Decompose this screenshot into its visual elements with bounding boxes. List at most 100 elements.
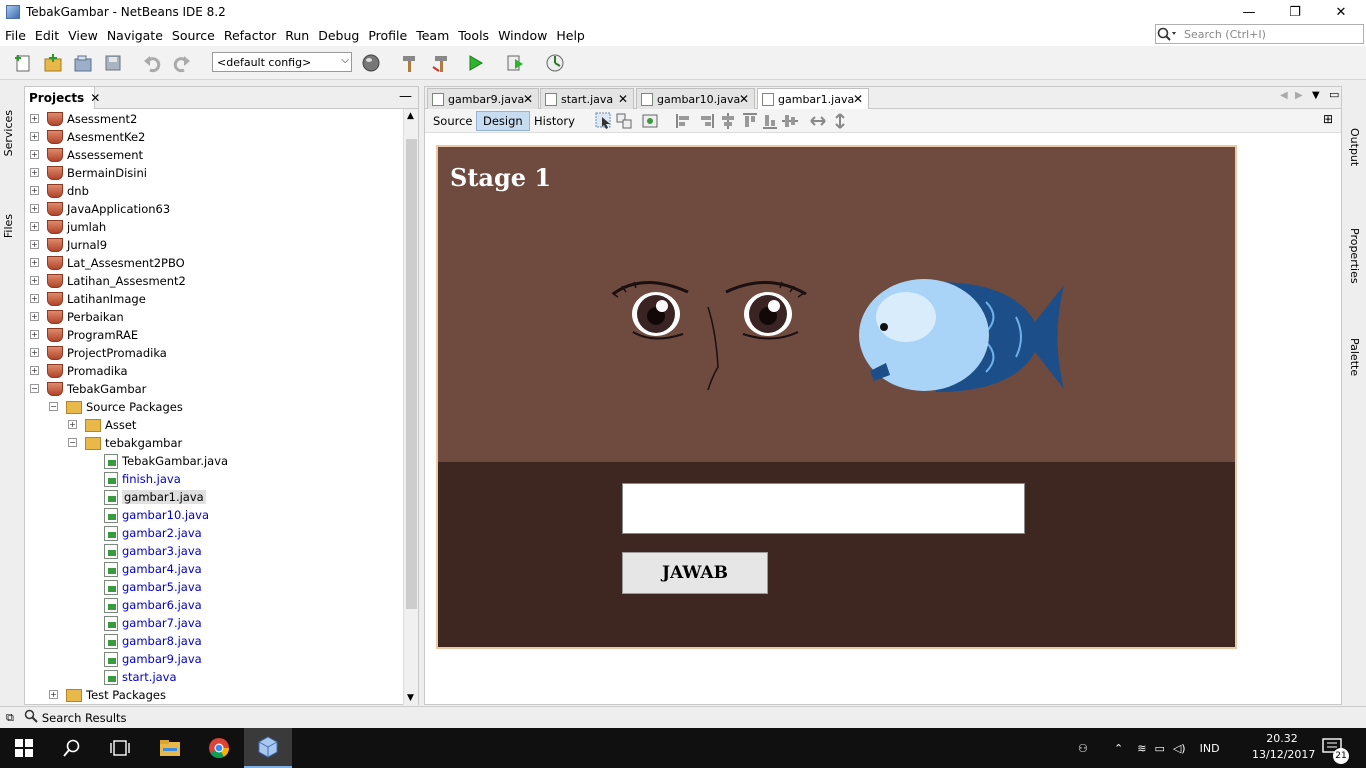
services-tab[interactable]: Services <box>2 110 15 156</box>
restore-button[interactable]: ❐ <box>1272 0 1318 24</box>
close-icon[interactable]: ✕ <box>523 92 533 106</box>
tree-item[interactable]: + Latihan_Assesment2 <box>30 272 186 290</box>
search-icon[interactable] <box>48 728 96 768</box>
tree-item[interactable]: gambar10.java <box>104 506 209 524</box>
people-icon[interactable]: ⚇ <box>1078 742 1098 755</box>
tree-item[interactable]: gambar4.java <box>104 560 202 578</box>
files-tab[interactable]: Files <box>2 214 15 238</box>
scroll-thumb[interactable] <box>406 139 417 609</box>
palette-tab[interactable]: Palette <box>1348 338 1361 376</box>
answer-input[interactable] <box>622 483 1025 534</box>
form-design-canvas[interactable]: Stage 1 JAWAB <box>436 145 1237 649</box>
minimize-panel-icon[interactable]: — <box>399 89 412 104</box>
tree-item[interactable]: TebakGambar.java <box>104 452 228 470</box>
expand-toggle-icon[interactable]: + <box>30 294 39 303</box>
netbeans-taskbar-icon[interactable] <box>244 728 292 768</box>
tree-item[interactable]: gambar5.java <box>104 578 202 596</box>
input-language[interactable]: IND <box>1200 742 1220 755</box>
quick-search-field[interactable]: Search (Ctrl+I) <box>1155 24 1364 44</box>
expand-toggle-icon[interactable]: + <box>30 330 39 339</box>
open-project-icon[interactable] <box>72 52 94 74</box>
volume-icon[interactable]: ◁) <box>1173 742 1186 755</box>
tree-item[interactable]: + Asset <box>68 416 136 434</box>
projects-tab[interactable]: Projects ✕ <box>25 87 100 109</box>
center-vertical-icon[interactable] <box>781 112 799 133</box>
tree-item[interactable]: gambar7.java <box>104 614 202 632</box>
maximize-icon[interactable]: ▭ <box>1329 88 1339 101</box>
chevron-up-icon[interactable]: ⌃ <box>1114 742 1123 755</box>
menu-file[interactable]: File <box>1 28 30 43</box>
search-results-tab[interactable]: Search Results <box>42 711 127 725</box>
menu-run[interactable]: Run <box>281 28 313 43</box>
expand-icon[interactable]: ⊞ <box>1323 112 1333 126</box>
menu-window[interactable]: Window <box>494 28 551 43</box>
tree-item[interactable]: start.java <box>104 668 177 686</box>
menu-team[interactable]: Team <box>412 28 453 43</box>
close-icon[interactable]: ✕ <box>739 92 749 106</box>
restore-window-icon[interactable]: ⧉ <box>6 711 14 725</box>
tab-start[interactable]: start.java ✕ <box>540 88 634 109</box>
resize-horizontal-icon[interactable] <box>809 112 827 133</box>
tree-item[interactable]: + AsesmentKe2 <box>30 128 145 146</box>
battery-icon[interactable]: ▭ <box>1154 742 1164 755</box>
tree-item[interactable]: gambar8.java <box>104 632 202 650</box>
menu-edit[interactable]: Edit <box>31 28 63 43</box>
align-right-icon[interactable] <box>697 112 715 133</box>
task-view-icon[interactable] <box>96 728 144 768</box>
wifi-icon[interactable]: ≋ <box>1137 742 1146 755</box>
resize-vertical-icon[interactable] <box>831 112 849 133</box>
expand-toggle-icon[interactable]: + <box>30 132 39 141</box>
tab-gambar10[interactable]: gambar10.java ✕ <box>636 88 755 109</box>
tree-item[interactable]: + ProjectPromadika <box>30 344 167 362</box>
globe-icon[interactable] <box>360 52 382 74</box>
expand-toggle-icon[interactable]: + <box>49 690 58 699</box>
expand-toggle-icon[interactable]: + <box>30 150 39 159</box>
menu-navigate[interactable]: Navigate <box>103 28 167 43</box>
tree-item[interactable]: + ProgramRAE <box>30 326 138 344</box>
undo-icon[interactable] <box>141 52 163 74</box>
expand-toggle-icon[interactable]: − <box>49 402 58 411</box>
menu-debug[interactable]: Debug <box>314 28 363 43</box>
profile-icon[interactable] <box>544 52 566 74</box>
new-file-icon[interactable] <box>12 52 34 74</box>
design-view-button[interactable]: Design <box>476 111 530 131</box>
build-hammer-icon[interactable] <box>398 52 420 74</box>
output-tab[interactable]: Output <box>1348 128 1361 166</box>
tree-item[interactable]: gambar6.java <box>104 596 202 614</box>
tree-item[interactable]: + BermainDisini <box>30 164 147 182</box>
tree-item[interactable]: finish.java <box>104 470 181 488</box>
tree-item[interactable]: + Lat_Assesment2PBO <box>30 254 185 272</box>
redo-icon[interactable] <box>171 52 193 74</box>
expand-toggle-icon[interactable]: + <box>30 186 39 195</box>
save-all-icon[interactable] <box>102 52 124 74</box>
tree-item[interactable]: gambar1.java <box>104 488 206 506</box>
run-icon[interactable] <box>464 52 486 74</box>
expand-toggle-icon[interactable]: + <box>30 222 39 231</box>
tree-item[interactable]: + Asessment2 <box>30 110 137 128</box>
close-icon[interactable]: ✕ <box>618 92 628 106</box>
selection-mode-icon[interactable] <box>595 112 613 133</box>
history-view-button[interactable]: History <box>528 111 581 131</box>
minimize-button[interactable]: — <box>1226 0 1272 24</box>
tree-item[interactable]: + Jurnal9 <box>30 236 107 254</box>
menu-tools[interactable]: Tools <box>454 28 493 43</box>
tree-item[interactable]: + Assessement <box>30 146 143 164</box>
align-left-icon[interactable] <box>675 112 693 133</box>
center-horizontal-icon[interactable] <box>719 112 737 133</box>
align-top-icon[interactable] <box>741 112 759 133</box>
close-icon[interactable]: ✕ <box>853 92 863 106</box>
tab-gambar1[interactable]: gambar1.java ✕ <box>757 88 869 109</box>
expand-toggle-icon[interactable]: + <box>30 204 39 213</box>
expand-toggle-icon[interactable]: + <box>30 258 39 267</box>
new-project-icon[interactable] <box>42 52 64 74</box>
tree-item[interactable]: + Promadika <box>30 362 128 380</box>
expand-toggle-icon[interactable]: + <box>30 276 39 285</box>
debug-icon[interactable] <box>504 52 526 74</box>
scroll-left-icon[interactable]: ◀ <box>1280 90 1288 101</box>
tree-item[interactable]: − tebakgambar <box>68 434 182 452</box>
clock[interactable]: 20.32 13/12/2017 <box>1252 732 1315 761</box>
close-icon[interactable]: ✕ <box>90 91 100 105</box>
windows-start-icon[interactable] <box>0 728 48 768</box>
menu-source[interactable]: Source <box>168 28 219 43</box>
expand-toggle-icon[interactable]: + <box>30 240 39 249</box>
